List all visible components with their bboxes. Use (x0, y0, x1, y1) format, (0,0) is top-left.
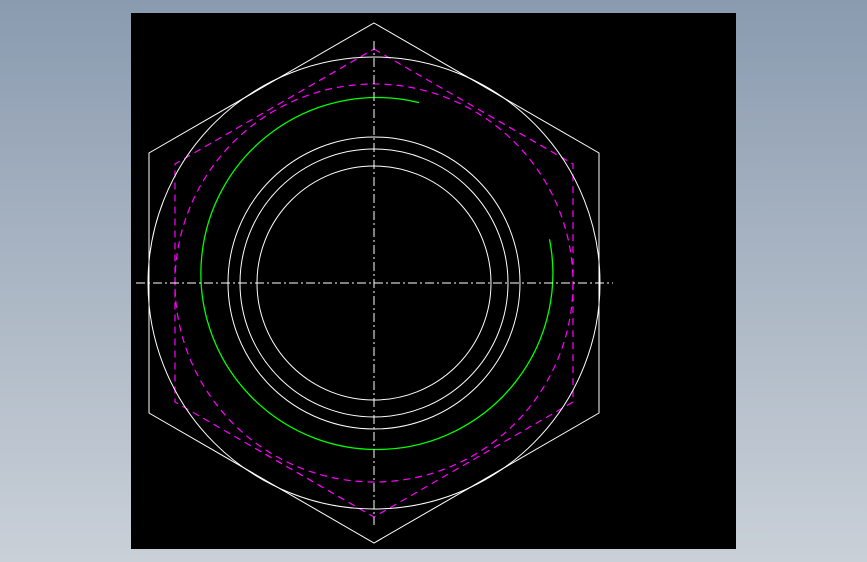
thread-arc (200, 96, 554, 451)
cad-viewport[interactable] (131, 13, 736, 549)
app-background: { "drawing": { "background_color": "#000… (0, 0, 867, 562)
hex-nut-drawing (136, 22, 613, 544)
